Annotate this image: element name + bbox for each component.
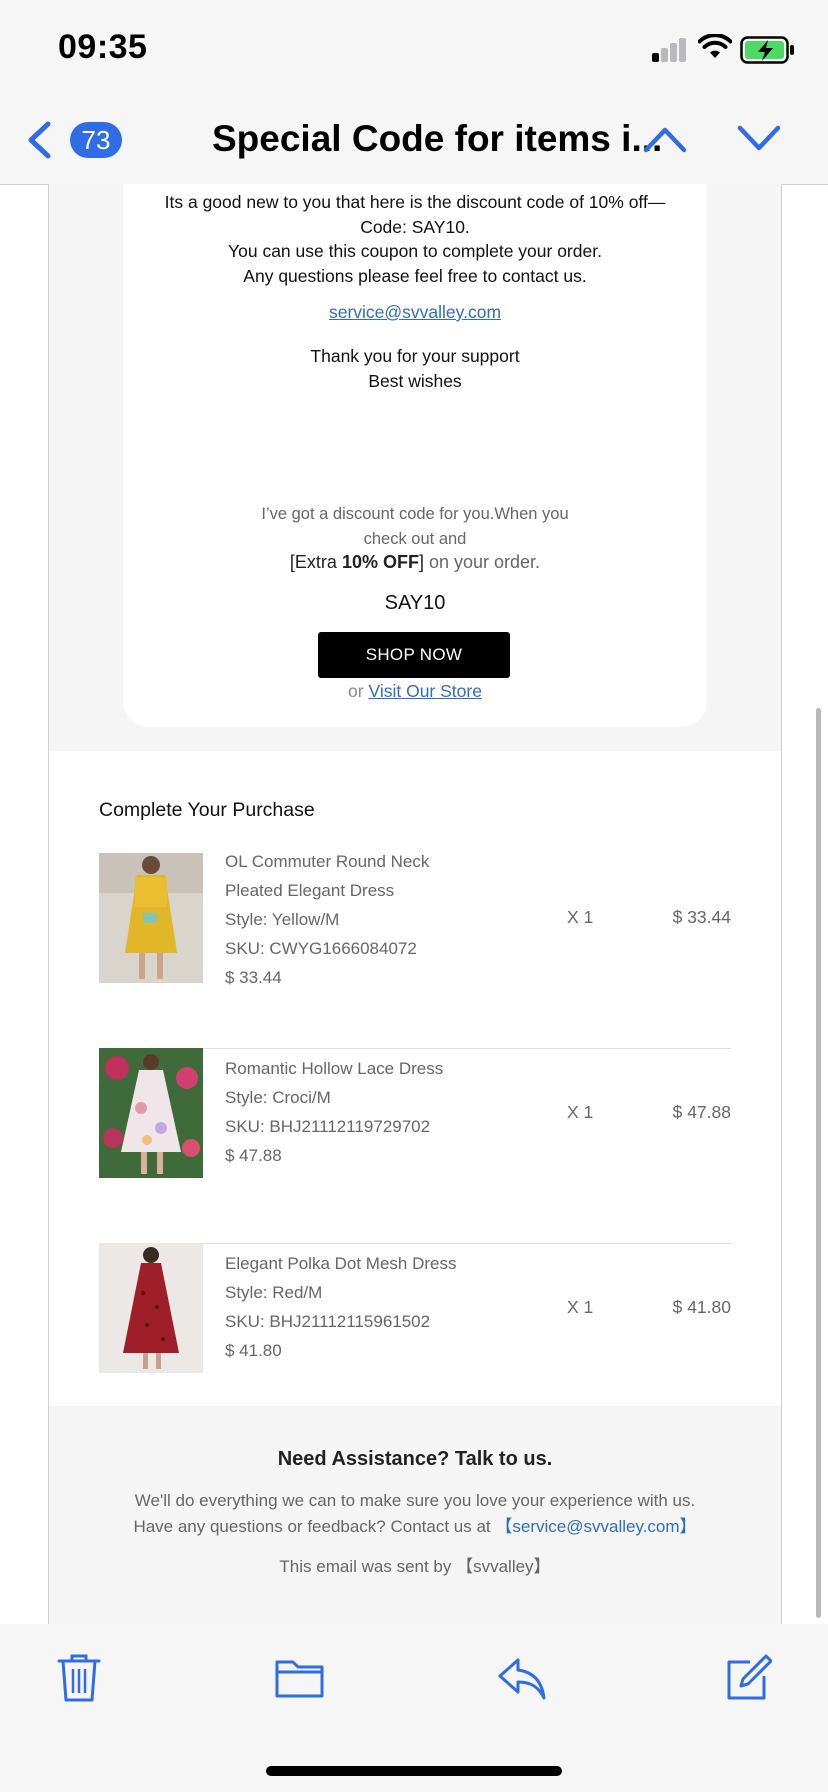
promo-text: I’ve got a discount code for you.When yo… <box>261 505 569 548</box>
previous-message-chevron-up-icon[interactable] <box>642 122 688 156</box>
mail-toolbar <box>0 1624 828 1792</box>
scroll-indicator[interactable] <box>816 708 821 1618</box>
closing-line: Thank you for your support <box>310 346 520 366</box>
visit-store-link[interactable]: Visit Our Store <box>368 681 481 701</box>
shop-now-button[interactable]: SHOP NOW <box>318 632 510 678</box>
product-name-cont[interactable]: Pleated Elegant Dress <box>225 876 429 905</box>
unread-count-badge[interactable]: 73 <box>70 122 122 158</box>
status-bar: 09:35 <box>0 0 828 100</box>
or-text: or <box>348 681 369 701</box>
purchase-heading: Complete Your Purchase <box>99 799 315 821</box>
email-subject-title: Special Code for items i... <box>212 118 663 159</box>
product-info: Romantic Hollow Lace Dress Style: Croci/… <box>225 1054 443 1170</box>
sent-by-text: This email was sent by 【svvalley】 <box>279 1557 551 1576</box>
promo-tail: on your order. <box>423 552 541 572</box>
product-total-price: $ 41.80 <box>672 1297 731 1317</box>
reply-icon[interactable] <box>496 1652 548 1704</box>
visit-store-line: or Visit Our Store <box>123 681 707 702</box>
message-line: You can use this coupon to complete your… <box>228 241 602 261</box>
product-sku: SKU: BHJ21112119729702 <box>225 1117 431 1136</box>
battery-charging-icon <box>740 36 794 64</box>
email-body[interactable]: Its a good new to you that here is the d… <box>48 184 782 1625</box>
product-total-price: $ 33.44 <box>672 907 731 927</box>
service-email-link[interactable]: service@svvalley.com <box>123 302 707 323</box>
product-row[interactable]: Romantic Hollow Lace Dress Style: Croci/… <box>99 1048 731 1244</box>
trash-icon[interactable] <box>56 1652 102 1704</box>
product-style: Style: Red/M <box>225 1283 323 1302</box>
assistance-contact-line: Have any questions or feedback? Contact … <box>49 1514 781 1540</box>
product-name[interactable]: OL Commuter Round Neck <box>225 847 429 876</box>
assistance-footer: Need Assistance? Talk to us. We'll do ev… <box>49 1406 781 1624</box>
closing-text: Thank you for your support Best wishes <box>123 344 707 393</box>
product-quantity: X 1 <box>567 1102 594 1122</box>
cellular-signal-icon <box>652 38 688 62</box>
complete-purchase-section: Complete Your Purchase OL Commuter Round… <box>49 751 781 1439</box>
mail-nav-bar: 73 Special Code for items i... <box>0 100 828 185</box>
contact-prompt: Have any questions or feedback? Contact … <box>133 1517 496 1536</box>
back-chevron-icon[interactable] <box>22 118 56 162</box>
product-style: Style: Croci/M <box>225 1088 331 1107</box>
wifi-icon <box>698 34 732 58</box>
product-name[interactable]: Elegant Polka Dot Mesh Dress <box>225 1249 457 1278</box>
product-style: Style: Yellow/M <box>225 910 340 929</box>
product-image-red-dress[interactable] <box>99 1243 203 1373</box>
product-sku: SKU: BHJ21112115961502 <box>225 1312 431 1331</box>
product-name[interactable]: Romantic Hollow Lace Dress <box>225 1054 443 1083</box>
home-indicator[interactable] <box>266 1766 562 1776</box>
product-unit-price: $ 41.80 <box>225 1341 282 1360</box>
product-info: OL Commuter Round Neck Pleated Elegant D… <box>225 847 429 992</box>
status-time: 09:35 <box>58 28 148 66</box>
product-image-floral-lace-dress[interactable] <box>99 1048 203 1178</box>
message-text: Its a good new to you that here is the d… <box>123 190 707 288</box>
product-sku: SKU: CWYG1666084072 <box>225 939 417 958</box>
contact-email-link[interactable]: 【service@svvalley.com】 <box>495 1517 696 1536</box>
product-quantity: X 1 <box>567 1297 594 1317</box>
product-total-price: $ 47.88 <box>672 1102 731 1122</box>
product-unit-price: $ 33.44 <box>225 968 282 987</box>
message-card: Its a good new to you that here is the d… <box>123 184 707 727</box>
promo-open: [Extra <box>289 552 342 572</box>
promo-discount: 10% OFF <box>341 552 419 572</box>
next-message-chevron-down-icon[interactable] <box>736 122 782 156</box>
product-quantity: X 1 <box>567 907 594 927</box>
message-line: Any questions please feel free to contac… <box>243 265 587 286</box>
assistance-heading: Need Assistance? Talk to us. <box>277 1448 553 1470</box>
assistance-text: We'll do everything we can to make sure … <box>49 1488 781 1540</box>
message-line: Code: SAY10. <box>360 216 470 237</box>
assistance-line: We'll do everything we can to make sure … <box>134 1491 696 1510</box>
message-line: Its a good new to you that here is the d… <box>164 192 666 212</box>
product-info: Elegant Polka Dot Mesh Dress Style: Red/… <box>225 1249 457 1365</box>
promo-offer-line: [Extra 10% OFF] on your order. <box>123 552 707 573</box>
compose-icon[interactable] <box>724 1652 772 1704</box>
coupon-code: SAY10 <box>384 592 446 614</box>
folder-icon[interactable] <box>274 1652 326 1704</box>
closing-line: Best wishes <box>368 370 462 391</box>
product-unit-price: $ 47.88 <box>225 1146 282 1165</box>
product-row[interactable]: OL Commuter Round Neck Pleated Elegant D… <box>99 852 731 1049</box>
product-image-yellow-dress[interactable] <box>99 853 203 983</box>
